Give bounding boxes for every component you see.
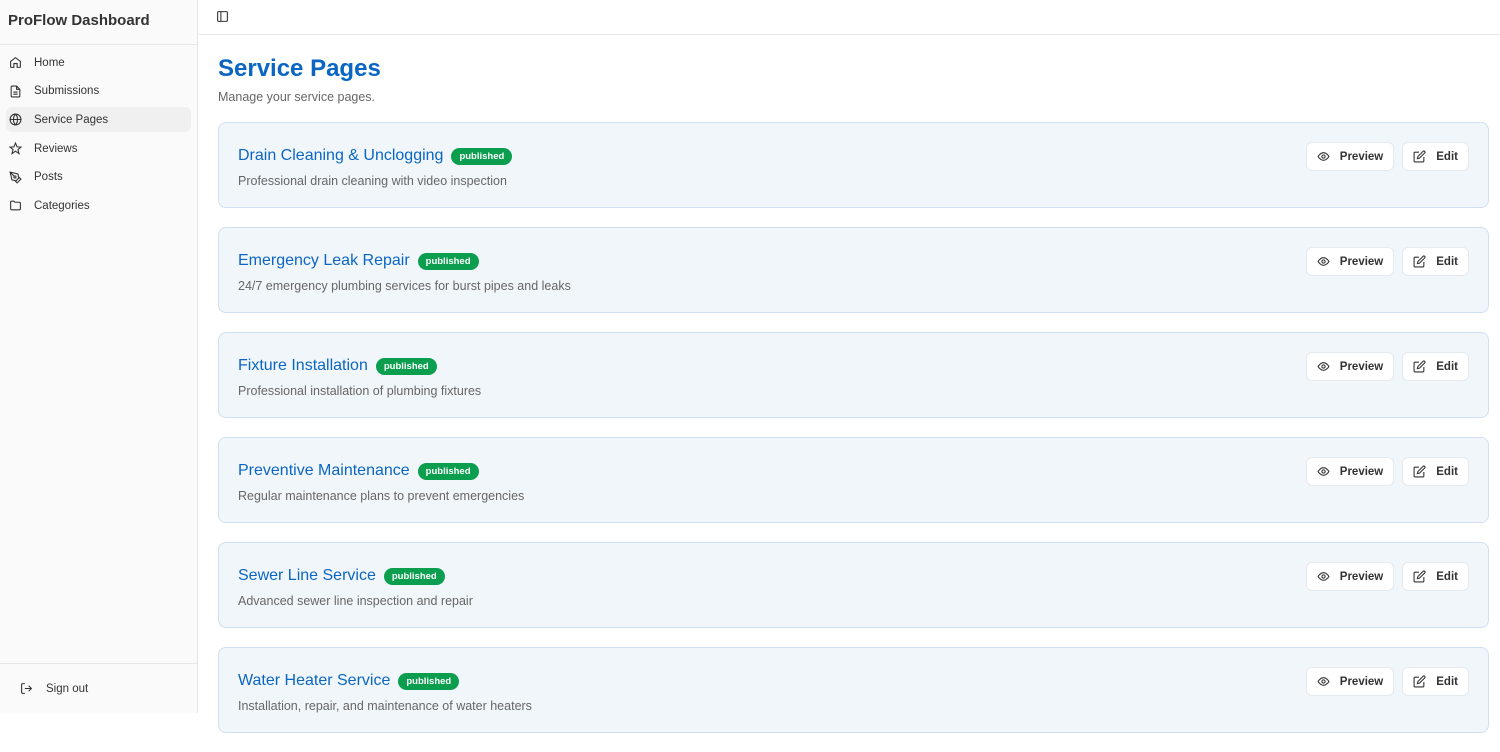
status-badge: published (451, 147, 513, 165)
sidebar-item-label: Categories (34, 199, 90, 212)
service-list: Drain Cleaning & Unclogging published Pro… (218, 122, 1489, 733)
service-title[interactable]: Preventive Maintenance (238, 462, 410, 480)
sidebar-item-label: Reviews (34, 142, 78, 155)
sign-out-icon (21, 683, 33, 694)
status-badge: published (398, 672, 460, 690)
eye-icon (1317, 677, 1330, 686)
service-description: Regular maintenance plans to prevent eme… (238, 489, 525, 504)
sidebar-toggle-icon[interactable] (216, 10, 229, 23)
preview-label: Preview (1339, 360, 1384, 373)
service-description: Professional installation of plumbing fi… (238, 384, 482, 399)
eye-icon (1317, 257, 1330, 266)
sidebar-item-label: Submissions (34, 85, 100, 98)
preview-button[interactable]: Preview (1305, 457, 1395, 486)
sidebar: ProFlow Dashboard Home Submissions Service… (0, 0, 198, 713)
sidebar-item-home[interactable]: Home (6, 50, 191, 75)
edit-button[interactable]: Edit (1402, 457, 1469, 486)
folder-icon (10, 201, 21, 211)
star-icon (9, 142, 22, 155)
page-subtitle: Manage your service pages. (218, 90, 376, 104)
eye-icon (1317, 467, 1330, 476)
sidebar-item-label: Home (34, 56, 65, 69)
preview-label: Preview (1339, 570, 1384, 583)
edit-label: Edit (1436, 150, 1458, 163)
sign-out-button[interactable]: Sign out (0, 663, 197, 713)
sidebar-item-submissions[interactable]: Submissions (6, 79, 191, 104)
service-title[interactable]: Emergency Leak Repair (238, 252, 410, 270)
service-card: Preventive Maintenance published Regular … (218, 437, 1489, 523)
edit-label: Edit (1436, 570, 1458, 583)
edit-icon (1413, 675, 1426, 688)
file-icon (10, 85, 21, 98)
preview-button[interactable]: Preview (1305, 142, 1395, 171)
edit-button[interactable]: Edit (1402, 247, 1469, 276)
status-badge: published (417, 252, 479, 270)
edit-label: Edit (1436, 255, 1458, 268)
service-description: 24/7 emergency plumbing services for bur… (238, 279, 571, 294)
sidebar-item-reviews[interactable]: Reviews (6, 136, 191, 161)
globe-icon (9, 113, 22, 126)
page-title: Service Pages (218, 55, 381, 82)
eye-icon (1317, 572, 1330, 581)
edit-button[interactable]: Edit (1402, 667, 1469, 696)
app-title: ProFlow Dashboard (0, 0, 197, 45)
sidebar-item-service-pages[interactable]: Service Pages (6, 107, 191, 133)
edit-label: Edit (1436, 360, 1458, 373)
edit-icon (1413, 465, 1426, 478)
preview-button[interactable]: Preview (1305, 667, 1395, 696)
service-description: Advanced sewer line inspection and repai… (238, 594, 473, 609)
service-title[interactable]: Water Heater Service (238, 672, 390, 690)
sidebar-item-label: Service Pages (34, 113, 109, 126)
service-description: Installation, repair, and maintenance of… (238, 699, 532, 714)
service-card: Emergency Leak Repair published 24/7 emer… (218, 227, 1489, 313)
preview-button[interactable]: Preview (1305, 562, 1395, 591)
edit-button[interactable]: Edit (1402, 142, 1469, 171)
status-badge: published (417, 462, 479, 480)
eye-icon (1317, 362, 1330, 371)
sign-out-label: Sign out (46, 682, 89, 695)
preview-label: Preview (1339, 255, 1384, 268)
service-title[interactable]: Drain Cleaning & Unclogging (238, 147, 443, 165)
sidebar-item-posts[interactable]: Posts (6, 165, 191, 190)
preview-label: Preview (1339, 150, 1384, 163)
edit-button[interactable]: Edit (1402, 562, 1469, 591)
sidebar-nav: Home Submissions Service Pages Reviews Posts… (0, 45, 197, 227)
edit-icon (1413, 360, 1426, 373)
sidebar-item-categories[interactable]: Categories (6, 193, 191, 218)
sidebar-item-label: Posts (34, 171, 63, 184)
service-title[interactable]: Sewer Line Service (238, 567, 376, 585)
main-content: Service Pages Manage your service pages.… (218, 55, 1489, 752)
edit-icon (1413, 570, 1426, 583)
service-description: Professional drain cleaning with video i… (238, 174, 507, 189)
edit-icon (1413, 255, 1426, 268)
service-card: Sewer Line Service published Advanced sew… (218, 542, 1489, 628)
preview-button[interactable]: Preview (1305, 247, 1395, 276)
preview-label: Preview (1339, 675, 1384, 688)
edit-button[interactable]: Edit (1402, 352, 1469, 381)
edit-label: Edit (1436, 675, 1458, 688)
edit-label: Edit (1436, 465, 1458, 478)
status-badge: published (383, 567, 445, 585)
preview-button[interactable]: Preview (1305, 352, 1395, 381)
top-bar (199, 0, 1500, 35)
service-title[interactable]: Fixture Installation (238, 357, 368, 375)
service-card: Water Heater Service published Installati… (218, 647, 1489, 733)
pen-icon (9, 171, 22, 184)
preview-label: Preview (1339, 465, 1384, 478)
home-icon (10, 56, 21, 68)
status-badge: published (375, 357, 437, 375)
service-card: Fixture Installation published Profession… (218, 332, 1489, 418)
edit-icon (1413, 150, 1426, 163)
eye-icon (1317, 152, 1330, 161)
service-card: Drain Cleaning & Unclogging published Pro… (218, 122, 1489, 208)
